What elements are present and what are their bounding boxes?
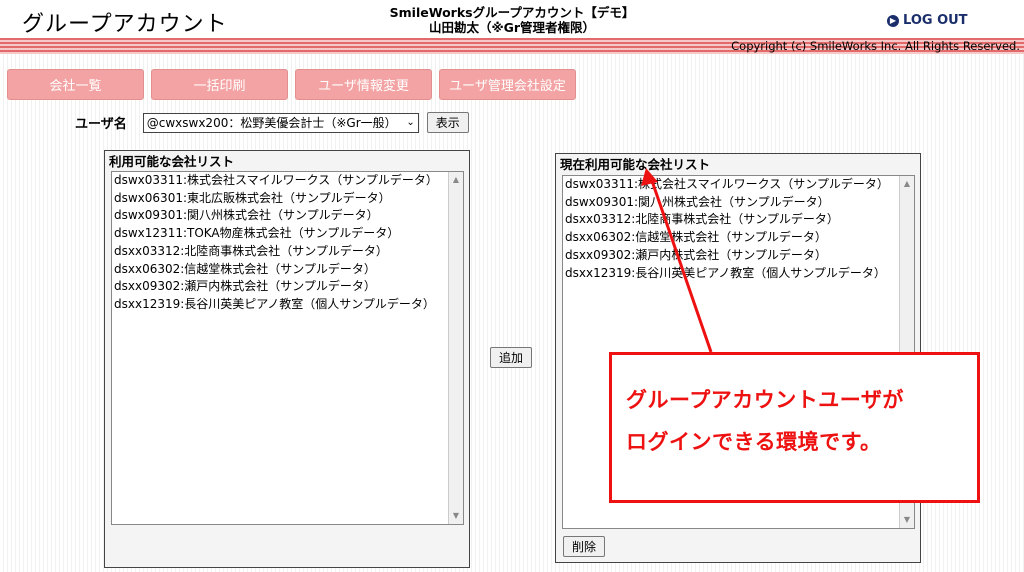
show-button[interactable]: 表示 [426, 112, 469, 133]
user-label: ユーザ名 [75, 117, 127, 132]
list-item[interactable]: dsxx09302:瀬戸内株式会社（サンプルデータ） [112, 278, 463, 296]
list-item[interactable]: dsxx06302:信越堂株式会社（サンプルデータ） [112, 261, 463, 279]
list-item[interactable]: dsxx12319:長谷川英美ピアノ教室（個人サンプルデータ） [563, 265, 914, 283]
current-user-name: 山田勘太（※Gr管理者権限） [428, 20, 596, 35]
nav-bulk-print-button[interactable]: 一括印刷 [151, 69, 288, 100]
list-item[interactable]: dswx03311:株式会社スマイルワークス（サンプルデータ） [563, 176, 914, 194]
copyright-text: Copyright (c) SmileWorks Inc. All Rights… [731, 39, 1020, 53]
logout-button[interactable]: ▶ LOG OUT [887, 13, 968, 28]
list-item[interactable]: dsxx06302:信越堂株式会社（サンプルデータ） [563, 229, 914, 247]
main-nav: 会社一覧 一括印刷 ユーザ情報変更 ユーザ管理会社設定 [7, 69, 576, 100]
nav-company-list-button[interactable]: 会社一覧 [7, 69, 144, 100]
list-item[interactable]: dsxx03312:北陸商事株式会社（サンプルデータ） [563, 211, 914, 229]
user-select[interactable]: @cwxswx200：松野美優会計士（※Gr一般） ⌄ [142, 112, 419, 133]
available-list-scrollbar[interactable]: ▲ ▼ [448, 172, 463, 524]
list-item[interactable]: dswx03311:株式会社スマイルワークス（サンプルデータ） [112, 172, 463, 190]
list-item[interactable]: dswx09301:関八州株式会社（サンプルデータ） [563, 194, 914, 212]
triangle-down-icon[interactable]: ▼ [449, 510, 463, 522]
user-select-row: ユーザ名 @cwxswx200：松野美優会計士（※Gr一般） ⌄ 表示 [75, 112, 469, 133]
current-list-title: 現在利用可能な会社リスト [560, 157, 711, 172]
nav-user-info-button[interactable]: ユーザ情報変更 [295, 69, 432, 100]
nav-user-company-settings-button[interactable]: ユーザ管理会社設定 [439, 69, 576, 100]
triangle-up-icon[interactable]: ▲ [449, 174, 463, 186]
account-name: SmileWorksグループアカウント【デモ】 [389, 5, 635, 20]
chevron-down-icon: ⌄ [406, 117, 415, 128]
callout-line-2: ログインできる環境です。 [626, 430, 882, 454]
delete-button[interactable]: 削除 [563, 536, 606, 557]
available-list-title: 利用可能な会社リスト [109, 154, 235, 169]
triangle-down-icon[interactable]: ▼ [900, 514, 914, 526]
callout-line-1: グループアカウントユーザが [626, 388, 904, 412]
triangle-up-icon[interactable]: ▲ [900, 178, 914, 190]
add-button[interactable]: 追加 [490, 347, 533, 368]
available-company-list[interactable]: dswx03311:株式会社スマイルワークス（サンプルデータ） dswx0630… [111, 171, 464, 525]
circle-arrow-icon: ▶ [887, 14, 899, 27]
list-item[interactable]: dsxx03312:北陸商事株式会社（サンプルデータ） [112, 243, 463, 261]
user-select-value: @cwxswx200：松野美優会計士（※Gr一般） [146, 116, 397, 130]
annotation-callout: グループアカウントユーザが ログインできる環境です。 [609, 352, 980, 503]
available-company-panel: 利用可能な会社リスト dswx03311:株式会社スマイルワークス（サンプルデー… [104, 150, 470, 568]
logout-label: LOG OUT [903, 13, 968, 28]
list-item[interactable]: dswx06301:東北広販株式会社（サンプルデータ） [112, 190, 463, 208]
list-item[interactable]: dswx09301:関八州株式会社（サンプルデータ） [112, 207, 463, 225]
account-title: SmileWorksグループアカウント【デモ】 山田勘太（※Gr管理者権限） [0, 5, 1024, 35]
list-item[interactable]: dsxx09302:瀬戸内株式会社（サンプルデータ） [563, 247, 914, 265]
app-header: グループアカウント SmileWorksグループアカウント【デモ】 山田勘太（※… [0, 0, 1024, 38]
list-item[interactable]: dswx12311:TOKA物産株式会社（サンプルデータ） [112, 225, 463, 243]
list-item[interactable]: dsxx12319:長谷川英美ピアノ教室（個人サンプルデータ） [112, 296, 463, 314]
